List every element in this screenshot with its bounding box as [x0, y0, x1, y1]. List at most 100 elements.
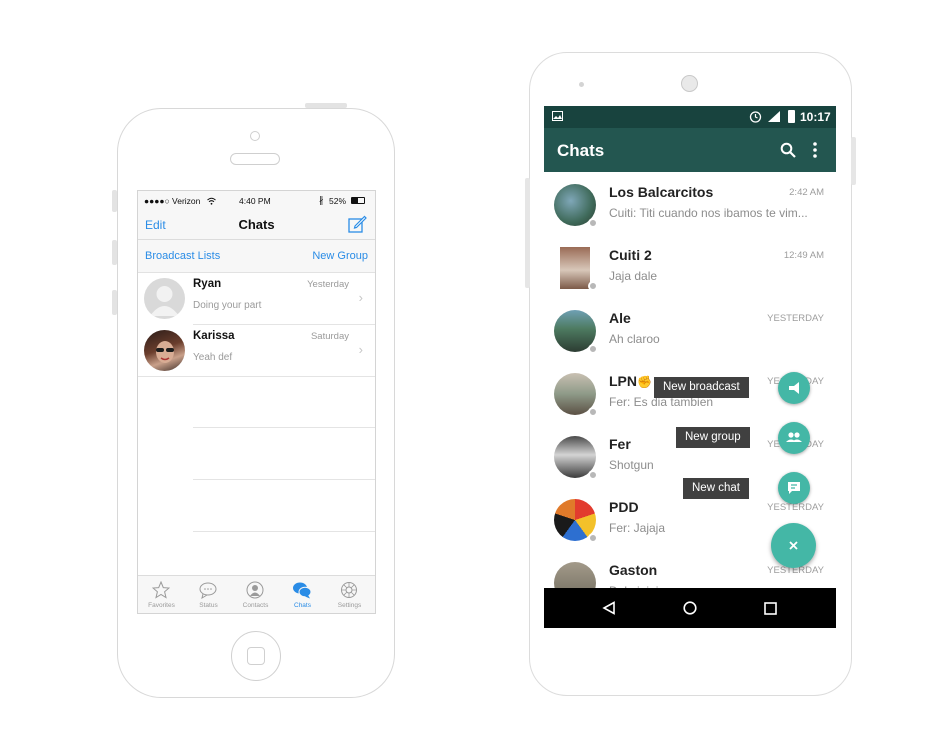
iphone-volume-down [112, 290, 117, 315]
android-app-bar: Chats [544, 128, 836, 172]
android-power-button [851, 137, 856, 185]
tab-contacts[interactable]: Contacts [232, 576, 279, 613]
android-sensor [579, 82, 584, 87]
divider [138, 376, 375, 377]
battery-percent: 52% [329, 196, 347, 206]
broadcast-lists-link[interactable]: Broadcast Lists [145, 250, 220, 262]
last-message: Ah claroo [609, 332, 660, 346]
new-broadcast-button[interactable] [778, 372, 810, 404]
back-triangle-icon[interactable] [602, 601, 616, 615]
gear-icon [341, 582, 357, 598]
chat-row[interactable]: Cuiti 2 Jaja dale 12:49 AM [544, 237, 836, 300]
speech-bubble-icon [199, 582, 217, 599]
page-title: Chats [238, 217, 275, 232]
status-dot [588, 218, 598, 228]
more-options-icon[interactable] [812, 141, 818, 159]
status-time: 10:17 [800, 110, 831, 124]
iphone-power-button [305, 103, 347, 108]
ios-navigation-bar: Edit Chats [138, 211, 375, 240]
status-dot [588, 470, 598, 480]
megaphone-icon [789, 382, 799, 394]
iphone-front-camera [250, 131, 260, 141]
iphone-volume-up [112, 240, 117, 265]
empty-row-divider [193, 531, 375, 532]
tab-settings[interactable]: Settings [326, 576, 373, 613]
recent-apps-square-icon[interactable] [764, 602, 777, 615]
android-side-button [525, 178, 530, 288]
tab-favorites[interactable]: Favorites [138, 576, 185, 613]
last-message: Fer: Jajaja [609, 521, 666, 535]
status-dot [588, 281, 598, 291]
close-icon [789, 541, 798, 550]
signal-icon [768, 111, 780, 122]
carrier-text: ●●●●○ Verizon [144, 196, 201, 206]
new-chat-label[interactable]: New chat [683, 478, 749, 499]
iphone-speaker [230, 153, 280, 165]
fist-emoji-icon: ✊ [637, 375, 652, 389]
battery-icon [351, 197, 365, 204]
status-time: 4:40 PM [239, 196, 271, 206]
contact-photo-avatar [144, 330, 185, 371]
new-group-button[interactable] [778, 422, 810, 454]
close-fab-button[interactable] [771, 523, 816, 568]
chat-row[interactable]: Ale Ah claroo YESTERDAY [544, 300, 836, 363]
tab-label: Settings [337, 602, 362, 609]
contact-name: Karissa [193, 330, 235, 342]
compose-icon[interactable] [348, 215, 367, 234]
message-time: 2:42 AM [789, 187, 824, 198]
chat-row-ryan[interactable]: Ryan Doing your part Yesterday › [138, 273, 375, 324]
page-title: Chats [557, 141, 605, 160]
ios-status-bar: ●●●●○ Verizon 4:40 PM ∦ 52% [138, 191, 375, 211]
tab-label: Favorites [148, 602, 175, 609]
empty-row-divider [193, 427, 375, 428]
tab-label: Chats [294, 602, 311, 609]
home-button-square-icon [247, 647, 265, 665]
chat-row[interactable]: Los Balcarcitos Cuiti: Titi cuando nos i… [544, 174, 836, 237]
new-broadcast-label[interactable]: New broadcast [654, 377, 749, 398]
status-dot [588, 344, 598, 354]
chat-name: PDD [609, 499, 639, 515]
contact-name: Ryan [193, 278, 222, 290]
android-front-camera [681, 75, 698, 92]
chevron-right-icon: › [358, 290, 363, 305]
android-screen: 10:17 Chats Los Balcarcitos Cuiti: Titi … [544, 106, 836, 628]
message-time: YESTERDAY [767, 313, 824, 324]
last-message: Shotgun [609, 458, 654, 472]
home-circle-icon[interactable] [683, 601, 697, 615]
message-time: Yesterday [307, 279, 349, 290]
new-group-label[interactable]: New group [676, 427, 750, 448]
android-navigation-bar [544, 588, 836, 628]
message-icon [788, 482, 800, 494]
search-icon[interactable] [780, 142, 796, 158]
new-group-link[interactable]: New Group [312, 250, 368, 262]
iphone-mute-switch [112, 190, 117, 212]
status-dot [588, 407, 598, 417]
chat-row-karissa[interactable]: Karissa Yeah def Saturday › [138, 325, 375, 376]
default-avatar-icon [144, 278, 185, 319]
android-status-bar: 10:17 [544, 106, 836, 128]
message-time: 12:49 AM [783, 250, 824, 261]
empty-row-divider [193, 479, 375, 480]
contact-photo-avatar [560, 247, 590, 289]
status-dot [588, 533, 598, 543]
last-message: Cuiti: Titi cuando nos ibamos te vim... [609, 206, 808, 220]
chat-name: Cuiti 2 [609, 247, 652, 263]
chat-name: Ale [609, 310, 631, 326]
last-message: Yeah def [193, 352, 233, 363]
chat-name: Los Balcarcitos [609, 184, 714, 200]
tab-label: Status [199, 602, 218, 609]
tab-chats[interactable]: Chats [279, 576, 326, 613]
person-icon [246, 581, 264, 599]
chat-name: Fer [609, 436, 631, 452]
group-icon [786, 432, 802, 442]
chat-name: LPN✊ [609, 373, 652, 389]
wifi-icon [207, 197, 216, 205]
new-chat-button[interactable] [778, 472, 810, 504]
tab-status[interactable]: Status [185, 576, 232, 613]
message-time: Saturday [310, 331, 349, 342]
image-notification-icon [552, 111, 563, 121]
star-icon [152, 581, 170, 599]
chat-bubbles-icon [293, 582, 311, 599]
last-message: Jaja dale [609, 269, 658, 283]
ios-screen: ●●●●○ Verizon 4:40 PM ∦ 52% Edit Chats B… [137, 190, 376, 614]
